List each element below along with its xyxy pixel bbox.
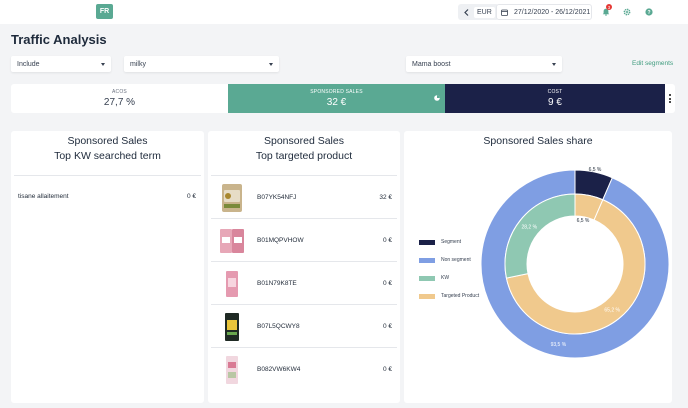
product-asin: B082VW6KW4 [257, 366, 301, 373]
table-row[interactable]: B07L5QCWY8 0 € [208, 305, 400, 348]
keyword-select[interactable]: milky [124, 56, 279, 72]
more-options-icon[interactable] [665, 84, 675, 113]
page-title: Traffic Analysis [11, 32, 107, 47]
kpi-strip: ACOS 27,7 % SPONSORED SALES 32 € COST 9 … [11, 84, 675, 113]
product-value: 0 € [382, 237, 392, 244]
notification-badge: 3 [606, 4, 612, 10]
date-range-picker[interactable]: 27/12/2020 - 26/12/2021 [496, 4, 592, 20]
date-range-text: 27/12/2020 - 26/12/2021 [514, 8, 591, 16]
chevron-left-icon[interactable] [462, 7, 470, 17]
kw-term: tisane allaitement [18, 193, 69, 200]
currency-value: EUR [474, 6, 495, 18]
chart-legend: Segment Non segment KW Targeted Product [419, 233, 479, 305]
table-row[interactable]: B01N79K8TE 0 € [208, 262, 400, 305]
settings-gear-icon[interactable] [622, 7, 632, 17]
product-value: 0 € [382, 366, 392, 373]
legend-label: Non segment [441, 257, 471, 263]
pie-chart-icon [434, 88, 440, 101]
product-image [218, 310, 246, 344]
legend-item[interactable]: Targeted Product [419, 287, 479, 305]
card-subtitle: Top targeted product [255, 150, 353, 162]
donut-label: 93,5 % [551, 342, 567, 348]
product-asin: B01MQPVHOW [257, 237, 304, 244]
table-row[interactable]: B01MQPVHOW 0 € [208, 219, 400, 262]
card-title: Sponsored Sales [67, 135, 148, 147]
legend-label: KW [441, 275, 450, 281]
include-select[interactable]: Include [11, 56, 111, 72]
card-title: Sponsored Sales [264, 135, 344, 147]
chevron-down-icon [269, 62, 273, 66]
card-subtitle: Top KW searched term [54, 150, 161, 162]
product-image [218, 224, 246, 258]
legend-item[interactable]: Segment [419, 233, 479, 251]
donut-label: 28,2 % [521, 225, 537, 231]
segment-select-value: Mama boost [412, 60, 451, 68]
kpi-value: 32 € [326, 97, 347, 108]
sales-share-card: Sponsored Sales share Segment Non segmen… [404, 131, 672, 403]
kpi-cost[interactable]: COST 9 € [445, 84, 665, 113]
product-asin: B01N79K8TE [257, 280, 297, 287]
keyword-select-value: milky [130, 60, 146, 68]
donut-label: 6,5 % [589, 167, 602, 173]
legend-swatch [419, 239, 435, 245]
segment-select[interactable]: Mama boost [406, 56, 562, 72]
card-title: Sponsored Sales share [483, 135, 593, 147]
notification-bell-icon[interactable]: 3 [601, 4, 612, 17]
kpi-acos[interactable]: ACOS 27,7 % [11, 84, 228, 113]
donut-chart: 6,5 % 93,5 % 6,5 % 65,2 % 28,2 % [480, 167, 670, 359]
chevron-down-icon [101, 62, 105, 66]
donut-label: 65,2 % [604, 308, 620, 314]
help-icon[interactable]: ? [644, 7, 654, 17]
legend-label: Targeted Product [441, 293, 480, 299]
kpi-label: COST [547, 89, 563, 95]
legend-item[interactable]: KW [419, 269, 479, 287]
calendar-icon [501, 3, 508, 21]
product-image [218, 353, 246, 387]
kpi-sponsored-sales[interactable]: SPONSORED SALES 32 € [228, 84, 445, 113]
kpi-value: 9 € [548, 97, 562, 108]
list-item: tisane allaitement 0 € [18, 193, 196, 200]
kpi-label: ACOS [112, 89, 127, 95]
legend-item[interactable]: Non segment [419, 251, 479, 269]
product-image [218, 267, 246, 301]
product-image [218, 181, 246, 215]
language-button[interactable]: FR [96, 4, 113, 19]
kpi-value: 27,7 % [103, 97, 136, 108]
currency-selector[interactable]: EUR [458, 4, 499, 20]
kpi-label: SPONSORED SALES [310, 89, 363, 95]
kw-value: 0 € [186, 193, 196, 200]
top-kw-card: Sponsored Sales Top KW searched term [11, 131, 204, 403]
top-bar: FR EUR 27/12/2020 - 26/12/2021 3 ? [0, 0, 688, 24]
product-asin: B07YK54NFJ [257, 194, 297, 201]
product-value: 0 € [382, 280, 392, 287]
top-product-card: Sponsored Sales Top targeted product B07… [208, 131, 400, 403]
svg-text:?: ? [647, 10, 650, 16]
edit-segments-link[interactable]: Edit segments [632, 60, 673, 67]
table-row[interactable]: B07YK54NFJ 32 € [208, 176, 400, 219]
legend-swatch [419, 257, 435, 263]
divider [14, 175, 201, 176]
include-select-value: Include [17, 60, 40, 68]
table-row[interactable]: B082VW6KW4 0 € [208, 348, 400, 391]
chevron-down-icon [552, 62, 556, 66]
product-value: 0 € [382, 323, 392, 330]
legend-swatch [419, 293, 435, 299]
legend-swatch [419, 275, 435, 281]
donut-label: 6,5 % [577, 218, 590, 224]
product-asin: B07L5QCWY8 [257, 323, 300, 330]
product-value: 32 € [379, 194, 392, 201]
legend-label: Segment [441, 239, 462, 245]
